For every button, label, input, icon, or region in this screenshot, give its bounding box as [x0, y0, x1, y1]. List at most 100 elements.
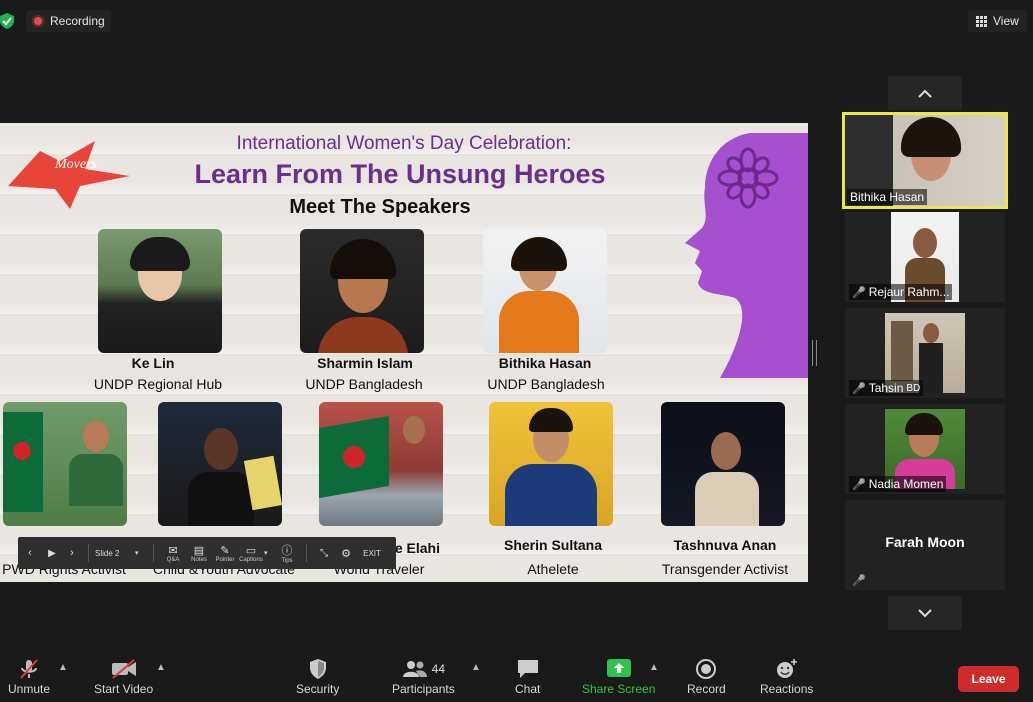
qa-icon: ✉: [168, 544, 178, 557]
speaker-name: Bithika Hasan: [498, 355, 592, 371]
share-screen-icon: [606, 659, 631, 677]
slide-number: Slide 2: [95, 548, 120, 558]
start-video-button[interactable]: Start Video: [94, 656, 153, 696]
audio-options-caret[interactable]: ▲: [58, 662, 68, 673]
qa-button[interactable]: ✉ Q&A: [160, 537, 186, 569]
captions-button[interactable]: ▭ Captions: [238, 537, 264, 569]
participant-tile[interactable]: 🎤 Nadia Momen: [845, 404, 1005, 494]
slide-subtitle: Meet The Speakers: [289, 196, 471, 218]
toolbar-divider: [306, 544, 307, 562]
participants-label: Participants: [392, 682, 455, 696]
speaker-role: Athelete: [527, 561, 579, 577]
pointer-icon: ✎: [220, 544, 230, 557]
record-dot-icon: [32, 15, 44, 27]
security-label: Security: [296, 682, 340, 696]
participants-button[interactable]: 44 Participants: [392, 656, 455, 696]
participant-tile[interactable]: 🎤 Tahsin BD: [845, 308, 1005, 398]
participant-name: Nadia Momen: [868, 477, 944, 491]
speaker-role: Transgender Activist: [661, 561, 789, 577]
reactions-label: Reactions: [760, 682, 814, 696]
participant-mute-label: 🎤: [849, 573, 869, 588]
notes-label: Notes: [191, 556, 207, 563]
shield-icon: [309, 659, 326, 679]
participants-icon: [402, 661, 427, 677]
exit-button[interactable]: EXIT: [357, 549, 387, 558]
captions-label: Captions: [239, 556, 263, 563]
leave-button[interactable]: Leave: [958, 666, 1019, 692]
participant-name-label: Bithika Hasan: [847, 189, 928, 205]
exit-fullscreen-icon[interactable]: ⤡: [313, 548, 335, 559]
speaker-photo-tashnuva-anan: [661, 402, 785, 526]
record-button[interactable]: Record: [687, 656, 726, 696]
pointer-button[interactable]: ✎ Pointer: [212, 537, 238, 569]
participant-name: Bithika Hasan: [850, 190, 925, 204]
toolbar-divider: [153, 544, 154, 562]
speaker-name: Ke Lin: [131, 355, 175, 371]
play-icon[interactable]: ▶: [42, 548, 62, 559]
recording-indicator[interactable]: Recording: [26, 10, 111, 32]
chevron-down-icon: [918, 608, 932, 617]
speaker-role: UNDP Bangladesh: [305, 376, 423, 392]
speaker-name: Sherin Sultana: [503, 537, 603, 553]
share-options-caret[interactable]: ▲: [649, 662, 659, 673]
slide-dropdown-icon[interactable]: ▾: [135, 549, 147, 557]
speaker-photo-bithika-hasan: [483, 229, 607, 353]
grid-icon: [976, 15, 987, 27]
unmute-label: Unmute: [8, 682, 51, 696]
participant-name-label: 🎤 Rejaur Rahm...: [849, 284, 953, 300]
participant-tile[interactable]: 🎤 Rejaur Rahm...: [845, 212, 1005, 302]
participant-name-suffix: BD: [906, 382, 921, 394]
view-label: View: [993, 14, 1019, 28]
info-icon: ⓘ: [281, 545, 293, 557]
speaker-photo-world-traveler: [319, 402, 443, 526]
speaker-photo-sherin-sultana: [489, 402, 613, 526]
chat-icon: [517, 660, 538, 678]
next-slide-icon[interactable]: ›: [62, 547, 82, 559]
pointer-label: Pointer: [215, 556, 235, 563]
toolbar-divider: [88, 544, 89, 562]
tips-button[interactable]: ⓘ Tips: [274, 537, 300, 569]
speaker-photo-sharmin-islam: [300, 229, 424, 353]
chat-button[interactable]: Chat: [515, 656, 540, 696]
scroll-down-button[interactable]: [888, 596, 962, 630]
speaker-role: UNDP Bangladesh: [487, 376, 605, 392]
participant-name-label: 🎤 Nadia Momen: [849, 476, 947, 492]
qa-label: Q&A: [166, 556, 180, 563]
captions-icon: ▭: [245, 544, 257, 557]
captions-dropdown-icon[interactable]: ▾: [264, 549, 274, 557]
gear-icon[interactable]: ⚙: [335, 547, 357, 560]
participant-tile-video-off[interactable]: Farah Moon 🎤: [845, 500, 1005, 590]
participants-options-caret[interactable]: ▲: [471, 662, 481, 673]
tips-label: Tips: [281, 558, 293, 564]
share-screen-button[interactable]: Share Screen: [582, 656, 655, 696]
video-off-icon: [111, 659, 136, 679]
muted-mic-icon: 🎤: [852, 478, 866, 491]
start-video-label: Start Video: [94, 682, 154, 696]
view-button[interactable]: View: [968, 10, 1027, 32]
woman-silhouette-graphic: [685, 133, 808, 378]
panel-resize-handle[interactable]: [812, 340, 817, 366]
slideshow-toolbar: ‹ ▶ › Slide 2 ▾ ✉ Q&A ▤ Notes ✎ Pointer ▭ Ca…: [18, 537, 396, 569]
security-button[interactable]: Security: [296, 656, 339, 696]
speaker-name: Tashnuva Anan: [673, 537, 777, 553]
chevron-up-icon: [918, 89, 932, 98]
record-label: Record: [687, 682, 726, 696]
notes-icon: ▤: [193, 544, 205, 557]
notes-button[interactable]: ▤ Notes: [186, 537, 212, 569]
video-options-caret[interactable]: ▲: [156, 662, 166, 673]
mic-muted-icon: [20, 659, 38, 679]
reactions-smiley-icon: [776, 659, 797, 678]
participant-video-hair: [901, 117, 961, 157]
speaker-photo-youth-advocate: [158, 402, 282, 526]
prev-slide-icon[interactable]: ‹: [18, 547, 42, 559]
speaker-role: UNDP Regional Hub: [93, 376, 223, 392]
participant-name-center: Farah Moon: [885, 534, 965, 550]
speaker-name: Sharmin Islam: [317, 355, 413, 371]
participant-name: Tahsin: [868, 381, 904, 395]
unmute-button[interactable]: Unmute: [8, 656, 50, 696]
participant-tile-active[interactable]: Bithika Hasan: [842, 112, 1008, 209]
recording-label: Recording: [50, 14, 105, 28]
reactions-button[interactable]: Reactions: [760, 656, 813, 696]
muted-mic-icon: 🎤: [852, 575, 866, 587]
scroll-up-button[interactable]: [888, 76, 962, 110]
